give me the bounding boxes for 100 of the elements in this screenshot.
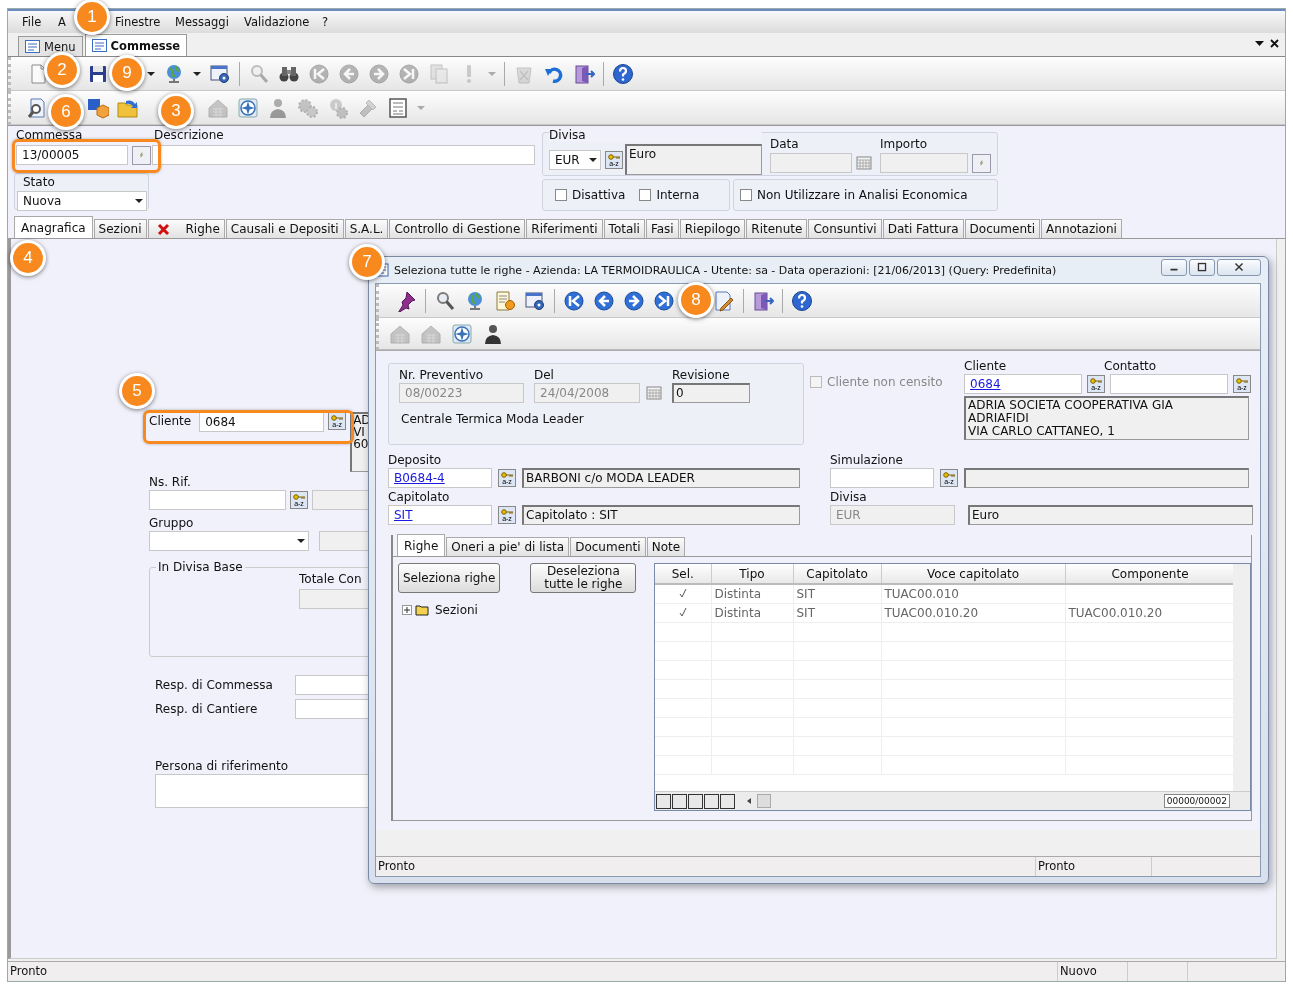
tab[interactable]: Anagrafica	[14, 216, 93, 238]
search-icon[interactable]	[434, 289, 456, 312]
key-icon	[293, 494, 305, 500]
checkbox[interactable]	[810, 376, 822, 388]
key-icon	[501, 509, 513, 515]
note-gear-icon[interactable]	[494, 289, 516, 312]
checkbox-label: Non Utilizzare in Analisi Economica	[757, 188, 968, 202]
form-icon[interactable]	[387, 96, 409, 119]
checkbox[interactable]	[639, 189, 652, 201]
pushpin-icon[interactable]	[395, 289, 417, 312]
window-gear-icon[interactable]	[209, 62, 231, 85]
dropdown[interactable]: EUR	[549, 149, 601, 170]
scroll-thumb[interactable]	[757, 794, 771, 808]
input-field[interactable]: B0684-4	[388, 468, 492, 488]
tab[interactable]: Riepilogo	[679, 219, 746, 238]
tab[interactable]: Documenti	[964, 219, 1041, 238]
tab[interactable]: Righe	[397, 534, 446, 556]
field-label: Resp. di Cantiere	[155, 702, 258, 716]
menu-item[interactable]: Finestre	[115, 15, 161, 29]
tab[interactable]: Totali	[603, 219, 645, 238]
input-field[interactable]: 0684	[964, 374, 1082, 394]
text-display: Euro	[625, 144, 762, 175]
grid-tool-icon[interactable]	[688, 793, 703, 809]
lightning-button[interactable]	[972, 153, 991, 173]
tab[interactable]: Ritenute	[746, 219, 808, 238]
caret-icon[interactable]	[1255, 39, 1264, 48]
tab[interactable]: Controllo di Gestione	[389, 219, 526, 238]
grid-tool-icon[interactable]	[720, 793, 735, 809]
checkbox-label: Interna	[656, 188, 700, 202]
lightning-button[interactable]	[132, 145, 151, 165]
close-icon[interactable]	[1270, 39, 1279, 48]
maximize-icon[interactable]	[1189, 259, 1215, 276]
key-icon	[331, 415, 344, 421]
deselect-button[interactable]: Deseleziona tutte le righe	[530, 563, 637, 593]
menu-item[interactable]: Messaggi	[175, 15, 229, 29]
column-header[interactable]: Tipo	[711, 564, 793, 584]
tab[interactable]: Causali e Depositi	[225, 219, 344, 238]
column-header[interactable]: Componente	[1065, 564, 1235, 584]
grid-tool-icon[interactable]	[704, 793, 719, 809]
table-cell: Distinta	[711, 584, 793, 603]
calendar-icon[interactable]	[856, 155, 872, 171]
status-text: Nuovo	[1058, 962, 1128, 981]
checkbox[interactable]	[555, 189, 567, 201]
tab[interactable]: Dati Fattura	[882, 219, 964, 238]
tab[interactable]: Oneri a pie' di lista	[446, 537, 570, 556]
input-field[interactable]	[770, 153, 852, 173]
input-field[interactable]	[880, 153, 968, 173]
window-gear-icon[interactable]	[524, 289, 546, 312]
help-icon[interactable]	[791, 289, 813, 312]
input-field[interactable]: 0684	[199, 412, 325, 432]
tab[interactable]: Annotazioni	[1041, 219, 1122, 238]
menu-item[interactable]: File	[22, 15, 42, 29]
tab[interactable]: Righe	[147, 219, 225, 238]
field-label: Data	[770, 137, 800, 151]
status-text: Pronto	[8, 962, 1058, 981]
menu-item[interactable]: A	[58, 15, 66, 29]
cube-icon[interactable]	[87, 96, 109, 119]
exit-door-icon[interactable]	[573, 62, 595, 85]
column-header[interactable]: Capitolato	[793, 564, 881, 584]
person-icon[interactable]	[482, 322, 504, 345]
tab[interactable]: Riferimenti	[526, 219, 603, 238]
tree-item[interactable]: Sezioni	[435, 603, 478, 617]
input-field[interactable]	[1110, 374, 1228, 394]
key-icon	[1236, 378, 1248, 384]
tab[interactable]: Documenti	[570, 537, 646, 556]
tab[interactable]: Fasi	[645, 219, 679, 238]
document-tab[interactable]: Menu	[18, 36, 83, 56]
column-header[interactable]: Sel.	[655, 564, 711, 584]
grid-tool-icon[interactable]	[656, 793, 671, 809]
checkbox[interactable]	[740, 189, 752, 201]
input-field[interactable]: SIT	[388, 505, 492, 525]
input-field[interactable]: 13/00005	[16, 145, 128, 165]
tab[interactable]: Consuntivi	[808, 219, 882, 238]
compass-icon[interactable]	[451, 322, 473, 345]
input-field[interactable]	[830, 468, 934, 488]
scrollbar[interactable]	[1233, 564, 1250, 792]
select-button[interactable]: Seleziona righe	[398, 563, 501, 593]
input-field[interactable]	[149, 490, 286, 510]
folder-icon	[415, 604, 429, 616]
menu-item[interactable]: Validazione	[244, 15, 310, 29]
tab[interactable]: Note	[646, 537, 686, 556]
expand-icon[interactable]	[402, 605, 412, 615]
tab[interactable]: Sezioni	[93, 219, 147, 238]
calendar-icon[interactable]	[646, 385, 662, 401]
menu-item[interactable]: ?	[322, 15, 329, 29]
compass-icon[interactable]	[237, 96, 259, 119]
exit-door-icon[interactable]	[752, 289, 774, 312]
page-pencil-icon[interactable]	[713, 289, 735, 312]
help-icon[interactable]	[612, 62, 634, 85]
tab[interactable]: S.A.L.	[344, 219, 389, 238]
document-tab[interactable]: Commesse	[84, 34, 188, 56]
dropdown[interactable]: Nuova	[17, 191, 147, 211]
checkbox-label: Disattiva	[572, 188, 626, 202]
field-label: Simulazione	[830, 453, 904, 467]
caret-icon	[135, 198, 143, 204]
column-header[interactable]: Voce capitolato	[881, 564, 1065, 584]
grid-tool-icon[interactable]	[672, 793, 687, 809]
check-icon	[677, 606, 688, 617]
input-field[interactable]	[152, 145, 535, 165]
field-label: Divisa	[549, 128, 586, 142]
